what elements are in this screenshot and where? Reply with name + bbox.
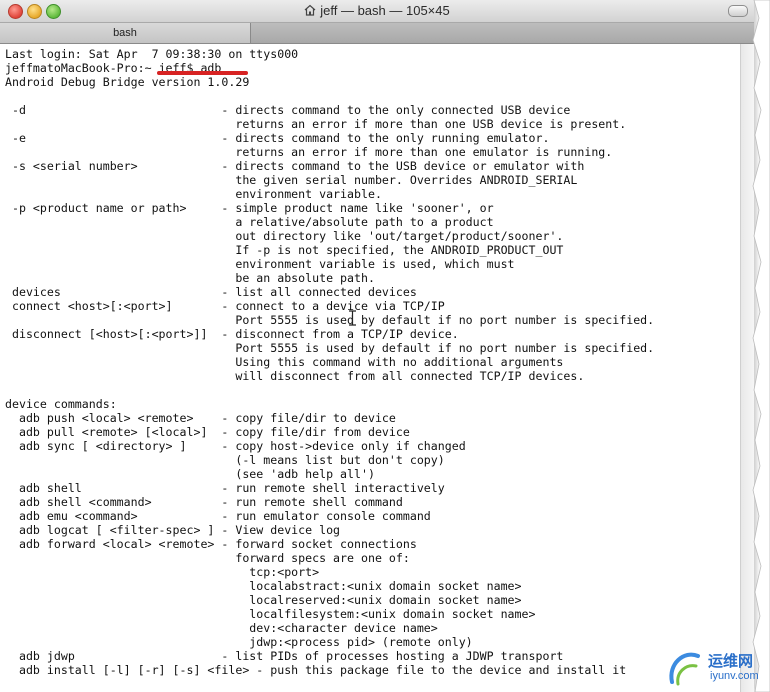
terminal-line[interactable]: jeffmatoMacBook-Pro:~ jeff$ adb (5, 61, 740, 75)
terminal-line[interactable]: adb push <local> <remote> - copy file/di… (5, 411, 740, 425)
terminal-line[interactable]: -d - directs command to the only connect… (5, 103, 740, 117)
toolbar-toggle-button[interactable] (728, 5, 748, 17)
terminal-line[interactable]: -e - directs command to the only running… (5, 131, 740, 145)
terminal-line[interactable]: adb emu <command> - run emulator console… (5, 509, 740, 523)
red-underline-annotation (157, 71, 248, 75)
terminal-line[interactable]: adb install [-l] [-r] [-s] <file> - push… (5, 663, 740, 677)
terminal-line[interactable]: adb shell <command> - run remote shell c… (5, 495, 740, 509)
terminal-line[interactable]: out directory like 'out/target/product/s… (5, 229, 740, 243)
terminal-line[interactable]: the given serial number. Overrides ANDRO… (5, 173, 740, 187)
terminal-line[interactable]: adb forward <local> <remote> - forward s… (5, 537, 740, 551)
terminal-output[interactable]: Last login: Sat Apr 7 09:38:30 on ttys00… (0, 44, 740, 677)
terminal-line[interactable]: adb logcat [ <filter-spec> ] - View devi… (5, 523, 740, 537)
terminal-line[interactable]: Last login: Sat Apr 7 09:38:30 on ttys00… (5, 47, 740, 61)
terminal-line[interactable]: device commands: (5, 397, 740, 411)
terminal-line[interactable]: localreserved:<unix domain socket name> (5, 593, 740, 607)
terminal-line[interactable]: dev:<character device name> (5, 621, 740, 635)
terminal-line[interactable]: Android Debug Bridge version 1.0.29 (5, 75, 740, 89)
terminal-line[interactable]: returns an error if more than one emulat… (5, 145, 740, 159)
terminal-line[interactable]: localfilesystem:<unix domain socket name… (5, 607, 740, 621)
terminal-line[interactable]: returns an error if more than one USB de… (5, 117, 740, 131)
terminal-line[interactable]: adb pull <remote> [<local>] - copy file/… (5, 425, 740, 439)
terminal-line[interactable]: localabstract:<unix domain socket name> (5, 579, 740, 593)
terminal-line[interactable]: -s <serial number> - directs command to … (5, 159, 740, 173)
title-bar[interactable]: jeff — bash — 105×45 (0, 0, 754, 23)
terminal-line[interactable]: a relative/absolute path to a product (5, 215, 740, 229)
terminal-line[interactable]: tcp:<port> (5, 565, 740, 579)
terminal-line[interactable]: devices - list all connected devices (5, 285, 740, 299)
terminal-line[interactable]: disconnect [<host>[:<port>]] - disconnec… (5, 327, 740, 341)
terminal-line[interactable]: Port 5555 is used by default if no port … (5, 341, 740, 355)
home-folder-icon (304, 4, 316, 16)
terminal-line[interactable]: Port 5555 is used by default if no port … (5, 313, 740, 327)
terminal-line[interactable]: -p <product name or path> - simple produ… (5, 201, 740, 215)
terminal-line[interactable]: adb jdwp - list PIDs of processes hostin… (5, 649, 740, 663)
terminal-window: jeff — bash — 105×45 bash Last login: Sa… (0, 0, 754, 692)
window-title-area: jeff — bash — 105×45 (0, 3, 754, 18)
watermark-text: 运维网 (708, 653, 754, 670)
terminal-line[interactable] (5, 383, 740, 397)
tab-bash[interactable]: bash (0, 23, 251, 43)
ibeam-cursor-icon (349, 310, 356, 326)
terminal-line[interactable]: environment variable is used, which must (5, 257, 740, 271)
terminal-line[interactable]: will disconnect from all connected TCP/I… (5, 369, 740, 383)
terminal-line[interactable]: (-l means list but don't copy) (5, 453, 740, 467)
terminal-line[interactable]: jdwp:<process pid> (remote only) (5, 635, 740, 649)
terminal-line[interactable]: adb sync [ <directory> ] - copy host->de… (5, 439, 740, 453)
tab-bar: bash (0, 23, 754, 44)
terminal-line[interactable]: connect <host>[:<port>] - connect to a d… (5, 299, 740, 313)
window-title: jeff — bash — 105×45 (320, 3, 450, 18)
terminal-line[interactable]: be an absolute path. (5, 271, 740, 285)
terminal-line[interactable]: If -p is not specified, the ANDROID_PROD… (5, 243, 740, 257)
terminal-line[interactable]: forward specs are one of: (5, 551, 740, 565)
watermark-url: iyunv.com (710, 670, 759, 682)
terminal-line[interactable] (5, 89, 740, 103)
terminal-line[interactable]: (see 'adb help all') (5, 467, 740, 481)
torn-edge (752, 0, 770, 692)
terminal-content[interactable]: Last login: Sat Apr 7 09:38:30 on ttys00… (0, 44, 740, 692)
terminal-line[interactable]: adb shell - run remote shell interactive… (5, 481, 740, 495)
terminal-line[interactable]: Using this command with no additional ar… (5, 355, 740, 369)
terminal-line[interactable]: environment variable. (5, 187, 740, 201)
